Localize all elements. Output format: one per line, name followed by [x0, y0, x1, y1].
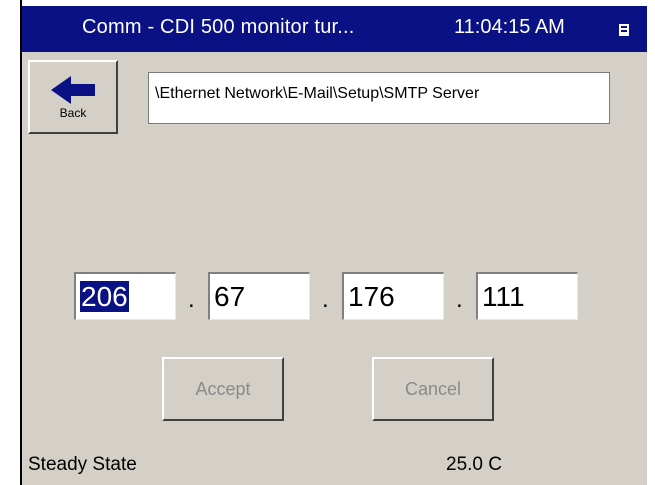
ip-octet-3-field[interactable]: 176: [342, 272, 444, 320]
ip-separator: .: [188, 286, 195, 313]
system-tray-icon[interactable]: [619, 24, 629, 36]
ip-octet-1-field[interactable]: 206: [74, 272, 176, 320]
settings-path: \Ethernet Network\E-Mail\Setup\SMTP Serv…: [148, 72, 610, 124]
back-arrow-icon: [51, 76, 95, 104]
title-bar: Comm - CDI 500 monitor tur... 11:04:15 A…: [22, 6, 647, 52]
clock: 11:04:15 AM: [454, 16, 565, 38]
device-screen: Comm - CDI 500 monitor tur... 11:04:15 A…: [22, 6, 647, 485]
window-title: Comm - CDI 500 monitor tur...: [82, 16, 355, 38]
ip-separator: .: [456, 286, 463, 313]
back-button[interactable]: Back: [28, 60, 118, 134]
ip-octet-1-value: 206: [80, 281, 129, 312]
status-temperature: 25.0 C: [446, 454, 502, 475]
ip-octet-4-field[interactable]: 111: [476, 272, 578, 320]
ip-octet-2-field[interactable]: 67: [208, 272, 310, 320]
back-button-label: Back: [59, 106, 87, 120]
ip-octet-4-value: 111: [482, 281, 525, 312]
status-state: Steady State: [28, 454, 137, 475]
ip-octet-2-value: 67: [214, 281, 246, 312]
cancel-button[interactable]: Cancel: [372, 357, 494, 421]
accept-button[interactable]: Accept: [162, 357, 284, 421]
ip-separator: .: [322, 286, 329, 313]
ip-octet-3-value: 176: [348, 281, 395, 312]
